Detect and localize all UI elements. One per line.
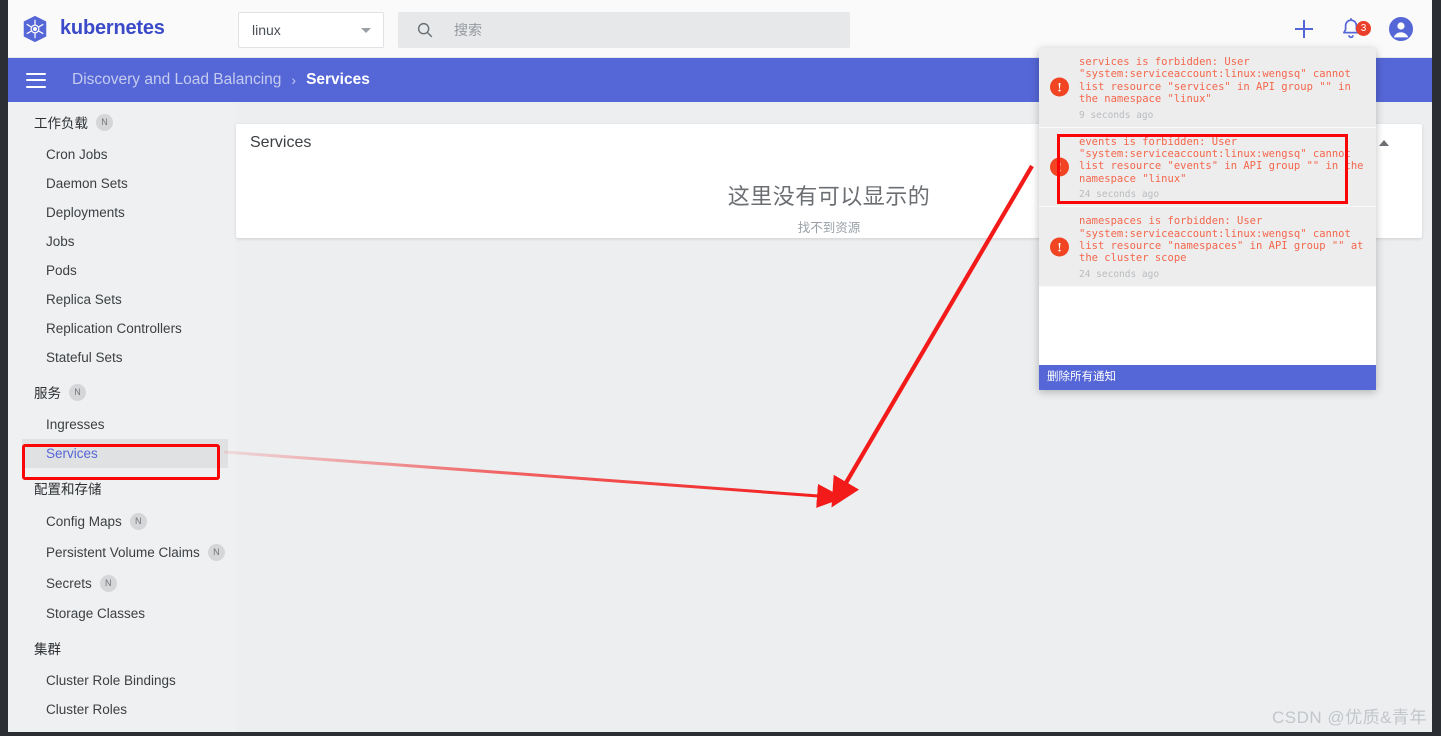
notification-message: namespaces is forbidden: User "system:se… xyxy=(1079,215,1364,265)
sidebar-item-services[interactable]: Services xyxy=(22,439,228,468)
sidebar-group-title: 服务 N xyxy=(8,372,236,410)
notification-timestamp: 9 seconds ago xyxy=(1079,109,1154,121)
notifications-badge: 3 xyxy=(1356,21,1371,36)
search-placeholder: 搜索 xyxy=(454,22,482,38)
sidebar-item-label: Cron Jobs xyxy=(46,147,108,162)
sidebar-item-badge: N xyxy=(207,544,225,561)
notification-timestamp: 24 seconds ago xyxy=(1079,189,1160,201)
sidebar-group-title: 配置和存储 xyxy=(8,468,236,506)
sidebar-item-label: Jobs xyxy=(46,234,75,249)
sidebar-item-label: Config Maps xyxy=(46,514,122,529)
sidebar-item-badge: N xyxy=(129,513,147,530)
sidebar-item-stateful-sets[interactable]: Stateful Sets xyxy=(8,343,236,372)
annotation-arrow-from-services xyxy=(223,450,844,508)
sidebar-item-persistent-volume-claims[interactable]: Persistent Volume Claims N xyxy=(8,537,236,568)
sidebar-item-replica-sets[interactable]: Replica Sets xyxy=(8,285,236,314)
kubernetes-helm-logo-icon xyxy=(23,15,47,42)
sidebar-item-label: Daemon Sets xyxy=(46,176,128,191)
notifications-panel[interactable]: ! services is forbidden: User "system:ser… xyxy=(1039,48,1376,390)
sidebar-item-ingresses[interactable]: Ingresses xyxy=(8,410,236,439)
breadcrumb: Discovery and Load Balancing › Services xyxy=(72,71,370,89)
sidebar-group-title: 集群 xyxy=(8,628,236,666)
sidebar-item-cluster-roles[interactable]: Cluster Roles xyxy=(8,695,236,724)
sidebar-item-label: Storage Classes xyxy=(46,606,146,621)
sidebar-item-label: Replica Sets xyxy=(46,292,122,307)
sidebar-item-label: Cluster Role Bindings xyxy=(46,673,176,688)
sidebar-item-label: Replication Controllers xyxy=(46,321,182,336)
kubernetes-dashboard-screen: kubernetes linux 搜索 3 Discovery and Load… xyxy=(0,0,1441,736)
sidebar-group-label: 工作负载 xyxy=(34,116,88,131)
sidebar-item-label: Services xyxy=(46,446,98,461)
brand-name: kubernetes xyxy=(60,17,165,39)
watermark: CSDN @优质&青年 xyxy=(1272,708,1427,727)
search-input[interactable]: 搜索 xyxy=(398,12,850,48)
error-exclamation-icon: ! xyxy=(1050,77,1069,97)
sidebar-group-title: 工作负载 N xyxy=(8,102,236,140)
sidebar-group-badge: N xyxy=(69,383,86,401)
sidebar-item-daemon-sets[interactable]: Daemon Sets xyxy=(8,169,236,198)
sidebar-group-label: 服务 xyxy=(34,386,61,401)
chevron-down-icon xyxy=(361,27,371,33)
error-exclamation-icon: ! xyxy=(1050,157,1069,177)
plus-icon[interactable] xyxy=(1294,19,1314,39)
sidebar-nav[interactable]: 工作负载 N Cron Jobs Daemon Sets Deployments Jobs… xyxy=(8,102,236,736)
notification-item[interactable]: ! services is forbidden: User "system:ser… xyxy=(1039,48,1376,128)
breadcrumb-separator-icon: › xyxy=(291,72,297,88)
frame-edge-bottom xyxy=(0,732,1441,736)
sidebar-item-replication-controllers[interactable]: Replication Controllers xyxy=(8,314,236,343)
notifications-list: ! services is forbidden: User "system:ser… xyxy=(1039,48,1376,287)
namespace-select[interactable]: linux xyxy=(238,12,384,48)
sidebar-group-badge: N xyxy=(96,113,113,131)
sidebar-item-label: Deployments xyxy=(46,205,125,220)
sidebar-item-deployments[interactable]: Deployments xyxy=(8,198,236,227)
page-title: Services xyxy=(250,134,312,151)
error-exclamation-icon: ! xyxy=(1050,237,1069,257)
sidebar-item-badge: N xyxy=(99,575,117,592)
user-account-icon[interactable] xyxy=(1388,16,1414,42)
notification-message: events is forbidden: User "system:servic… xyxy=(1079,135,1364,185)
notifications-bell-button[interactable]: 3 xyxy=(1340,17,1371,41)
frame-edge-left xyxy=(0,0,8,736)
frame-edge-right xyxy=(1432,0,1441,736)
sidebar-item-cluster-role-bindings[interactable]: Cluster Role Bindings xyxy=(8,666,236,695)
sidebar-item-cron-jobs[interactable]: Cron Jobs xyxy=(8,140,236,169)
notification-item[interactable]: ! namespaces is forbidden: User "system:s… xyxy=(1039,207,1376,287)
sidebar-item-label: Cluster Roles xyxy=(46,702,128,717)
sidebar-item-label: Ingresses xyxy=(46,417,105,432)
notification-item[interactable]: ! events is forbidden: User "system:servi… xyxy=(1039,127,1376,208)
sidebar-item-secrets[interactable]: Secrets N xyxy=(8,568,236,599)
clear-all-notifications-button[interactable]: 删除所有通知 xyxy=(1039,365,1376,390)
sidebar-item-config-maps[interactable]: Config Maps N xyxy=(8,506,236,537)
sidebar-item-label: Stateful Sets xyxy=(46,350,123,365)
breadcrumb-parent[interactable]: Discovery and Load Balancing xyxy=(72,71,281,89)
breadcrumb-current: Services xyxy=(306,71,370,88)
sidebar-item-label: Pods xyxy=(46,263,77,278)
sidebar-item-label: Persistent Volume Claims xyxy=(46,545,200,560)
sidebar-item-pods[interactable]: Pods xyxy=(8,256,236,285)
sidebar-item-jobs[interactable]: Jobs xyxy=(8,227,236,256)
notification-message: services is forbidden: User "system:serv… xyxy=(1079,56,1351,106)
sidebar-group-label: 集群 xyxy=(34,642,61,657)
namespace-value: linux xyxy=(252,22,281,38)
sidebar-item-storage-classes[interactable]: Storage Classes xyxy=(8,599,236,628)
sidebar-item-label: Secrets xyxy=(46,576,92,591)
search-icon xyxy=(417,22,433,38)
chevron-up-icon[interactable] xyxy=(1378,138,1390,148)
notification-timestamp: 24 seconds ago xyxy=(1079,268,1160,280)
notifications-empty-area xyxy=(1039,286,1376,364)
brand[interactable]: kubernetes xyxy=(20,14,230,44)
hamburger-menu-icon[interactable] xyxy=(26,72,46,88)
sidebar-group-label: 配置和存储 xyxy=(34,482,102,497)
